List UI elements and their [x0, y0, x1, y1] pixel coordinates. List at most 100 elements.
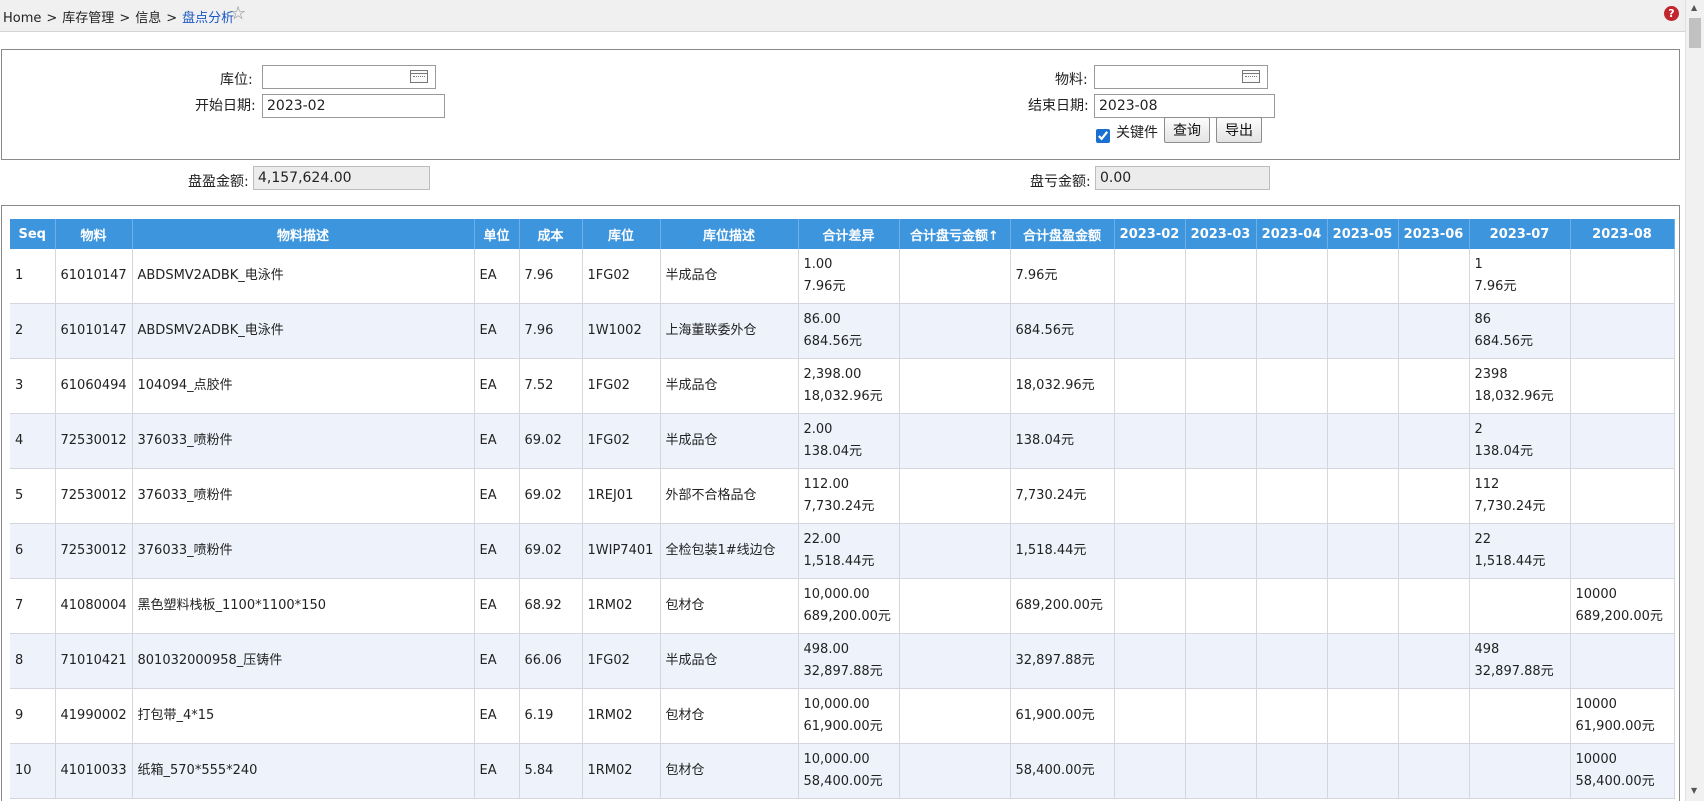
table-row[interactable]: 2 61010147 ABDSMV2ADBK_电泳件 EA 7.96 1W1002 上海董联… — [10, 303, 1675, 359]
cell-month-m08 — [1570, 249, 1675, 304]
star-icon[interactable]: ☆ — [230, 3, 246, 24]
cell-material: 61010147 — [55, 303, 133, 359]
page-scrollbar[interactable]: ▲ ▼ — [1685, 0, 1704, 801]
col-header-2023-07[interactable]: 2023-07 — [1469, 219, 1571, 249]
cell-location: 1W1002 — [582, 303, 661, 359]
cell-month-m05 — [1327, 578, 1399, 634]
scrollbar-thumb[interactable] — [1689, 18, 1701, 48]
cell-total-diff: 1.00 7.96元 — [798, 249, 900, 304]
col-header-2023-06[interactable]: 2023-06 — [1398, 219, 1470, 249]
col-header-material[interactable]: 物料 — [55, 219, 133, 249]
cell-month-m02 — [1114, 578, 1186, 634]
diff-qty: 86.00 — [803, 312, 841, 327]
col-header-total-loss[interactable]: 合计盘亏金额↑ — [899, 219, 1011, 249]
filter-panel: 库位: 开始日期: 物料: 结束日期: 关键件 查询 导出 — [1, 49, 1680, 160]
month-qty: 112 — [1474, 477, 1500, 492]
cell-month-m06 — [1398, 249, 1470, 304]
cell-cost: 69.02 — [519, 413, 583, 469]
cell-description: 黑色塑料栈板_1100*1100*150 — [132, 578, 475, 634]
scroll-down-icon[interactable]: ▼ — [1691, 786, 1697, 795]
end-date-label: 结束日期: — [1028, 98, 1089, 114]
col-header-location-desc[interactable]: 库位描述 — [660, 219, 799, 249]
cell-month-m05 — [1327, 358, 1399, 414]
cell-month-m03 — [1185, 303, 1257, 359]
cell-seq: 4 — [10, 413, 56, 469]
cell-description: 104094_点胶件 — [132, 358, 475, 414]
cell-cost: 69.02 — [519, 468, 583, 524]
cell-material: 41990002 — [55, 688, 133, 744]
cell-total-loss — [899, 358, 1011, 414]
query-button[interactable]: 查询 — [1164, 117, 1210, 143]
cell-month-m05 — [1327, 249, 1399, 304]
cell-month-m02 — [1114, 468, 1186, 524]
breadcrumb-home[interactable]: Home — [3, 11, 41, 26]
col-header-cost[interactable]: 成本 — [519, 219, 583, 249]
col-header-2023-08[interactable]: 2023-08 — [1570, 219, 1675, 249]
col-header-description[interactable]: 物料描述 — [132, 219, 475, 249]
cell-seq: 6 — [10, 523, 56, 579]
table-row[interactable]: 1 61010147 ABDSMV2ADBK_电泳件 EA 7.96 1FG02 半成品仓 1… — [10, 249, 1675, 304]
cell-month-m06 — [1398, 578, 1470, 634]
col-header-seq[interactable]: Seq — [10, 219, 56, 249]
cell-seq: 5 — [10, 468, 56, 524]
table-row[interactable]: 10 41010033 纸箱_570*555*240 EA 5.84 1RM02 包材仓 10… — [10, 743, 1675, 799]
diff-qty: 10,000.00 — [803, 752, 870, 767]
key-part-checkbox[interactable] — [1096, 129, 1110, 143]
month-amount: 7,730.24元 — [1474, 499, 1546, 514]
cell-total-diff: 86.00 684.56元 — [798, 303, 900, 359]
col-header-2023-02[interactable]: 2023-02 — [1114, 219, 1186, 249]
export-button[interactable]: 导出 — [1216, 117, 1262, 143]
cell-month-m04 — [1256, 249, 1328, 304]
cell-cost: 66.06 — [519, 633, 583, 689]
cell-month-m02 — [1114, 303, 1186, 359]
cell-unit: EA — [474, 743, 520, 799]
gain-amount-label: 盘盈金额: — [188, 174, 249, 190]
month-qty: 1 — [1474, 257, 1483, 272]
help-icon[interactable]: ? — [1664, 6, 1679, 21]
cell-seq: 2 — [10, 303, 56, 359]
cell-total-diff: 112.00 7,730.24元 — [798, 468, 900, 524]
cell-location-desc: 包材仓 — [660, 688, 799, 744]
table-row[interactable]: 8 71010421 801032000958_压铸件 EA 66.06 1FG02 半成品… — [10, 633, 1675, 689]
cell-month-m08 — [1570, 633, 1675, 689]
breadcrumb-inventory[interactable]: 库存管理 — [62, 11, 114, 26]
cell-material: 61060494 — [55, 358, 133, 414]
col-header-location[interactable]: 库位 — [582, 219, 661, 249]
cell-total-diff: 10,000.00 689,200.00元 — [798, 578, 900, 634]
breadcrumb-info[interactable]: 信息 — [135, 11, 161, 26]
table-row[interactable]: 7 41080004 黑色塑料栈板_1100*1100*150 EA 68.92 1RM0… — [10, 578, 1675, 634]
cell-unit: EA — [474, 578, 520, 634]
loss-amount-label: 盘亏金额: — [1030, 174, 1091, 190]
month-amount: 32,897.88元 — [1474, 664, 1554, 679]
col-header-total-gain[interactable]: 合计盘盈金额 — [1010, 219, 1115, 249]
table-header-row: Seq 物料 物料描述 单位 成本 库位 库位描述 合计差异 合计盘亏金额↑ 合… — [10, 219, 1675, 249]
table-row[interactable]: 4 72530012 376033_喷粉件 EA 69.02 1FG02 半成品仓 2.00 1… — [10, 413, 1675, 469]
col-header-unit[interactable]: 单位 — [474, 219, 520, 249]
table-row[interactable]: 5 72530012 376033_喷粉件 EA 69.02 1REJ01 外部不合格品仓 1… — [10, 468, 1675, 524]
table-row[interactable]: 3 61060494 104094_点胶件 EA 7.52 1FG02 半成品仓 2,398.… — [10, 358, 1675, 414]
col-header-2023-04[interactable]: 2023-04 — [1256, 219, 1328, 249]
cell-location-desc: 包材仓 — [660, 743, 799, 799]
col-header-total-diff[interactable]: 合计差异 — [798, 219, 900, 249]
table-row[interactable]: 6 72530012 376033_喷粉件 EA 69.02 1WIP7401 全检包装1#… — [10, 523, 1675, 579]
breadcrumb-separator: > — [46, 11, 58, 26]
scroll-up-icon[interactable]: ▲ — [1691, 3, 1697, 12]
diff-qty: 1.00 — [803, 257, 833, 272]
start-date-input[interactable] — [262, 94, 445, 118]
cell-month-m07: 498 32,897.88元 — [1469, 633, 1571, 689]
col-header-2023-03[interactable]: 2023-03 — [1185, 219, 1257, 249]
col-header-2023-05[interactable]: 2023-05 — [1327, 219, 1399, 249]
calendar-icon[interactable] — [410, 70, 428, 83]
cell-cost: 7.52 — [519, 358, 583, 414]
cell-location: 1RM02 — [582, 578, 661, 634]
cell-month-m07: 22 1,518.44元 — [1469, 523, 1571, 579]
cell-month-m07: 86 684.56元 — [1469, 303, 1571, 359]
cell-location: 1REJ01 — [582, 468, 661, 524]
cell-month-m02 — [1114, 249, 1186, 304]
cell-total-gain: 7.96元 — [1010, 249, 1115, 304]
cell-cost: 6.19 — [519, 688, 583, 744]
cell-total-diff: 22.00 1,518.44元 — [798, 523, 900, 579]
calendar-icon[interactable] — [1242, 70, 1260, 83]
end-date-input[interactable] — [1094, 94, 1275, 118]
table-row[interactable]: 9 41990002 打包带_4*15 EA 6.19 1RM02 包材仓 10,000.00… — [10, 688, 1675, 744]
